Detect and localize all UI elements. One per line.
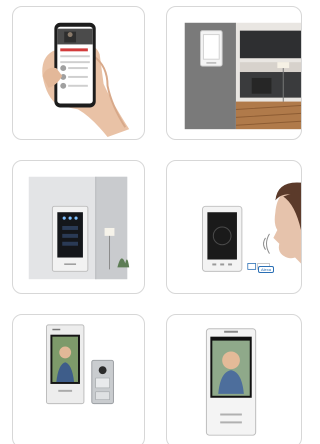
voice-assistant-label: Alexa bbox=[258, 266, 275, 273]
smartphone-app-image bbox=[42, 22, 130, 138]
product-card-monitor-video[interactable] bbox=[166, 314, 302, 444]
product-card-monitor-kitchen[interactable] bbox=[166, 6, 302, 140]
monitor-hallway-image bbox=[28, 176, 130, 280]
monitor-kitchen-image bbox=[184, 22, 301, 130]
product-card-smartphone-app[interactable] bbox=[12, 6, 145, 140]
monitor-video-image bbox=[205, 328, 257, 436]
product-card-monitor-hallway[interactable] bbox=[12, 160, 145, 294]
monitor-voice-image bbox=[201, 182, 301, 272]
product-card-monitor-doorstation[interactable] bbox=[12, 314, 145, 444]
product-grid: Alexa bbox=[0, 0, 302, 444]
product-card-monitor-voice[interactable]: Alexa bbox=[166, 160, 302, 294]
monitor-doorstation-image bbox=[45, 324, 114, 405]
